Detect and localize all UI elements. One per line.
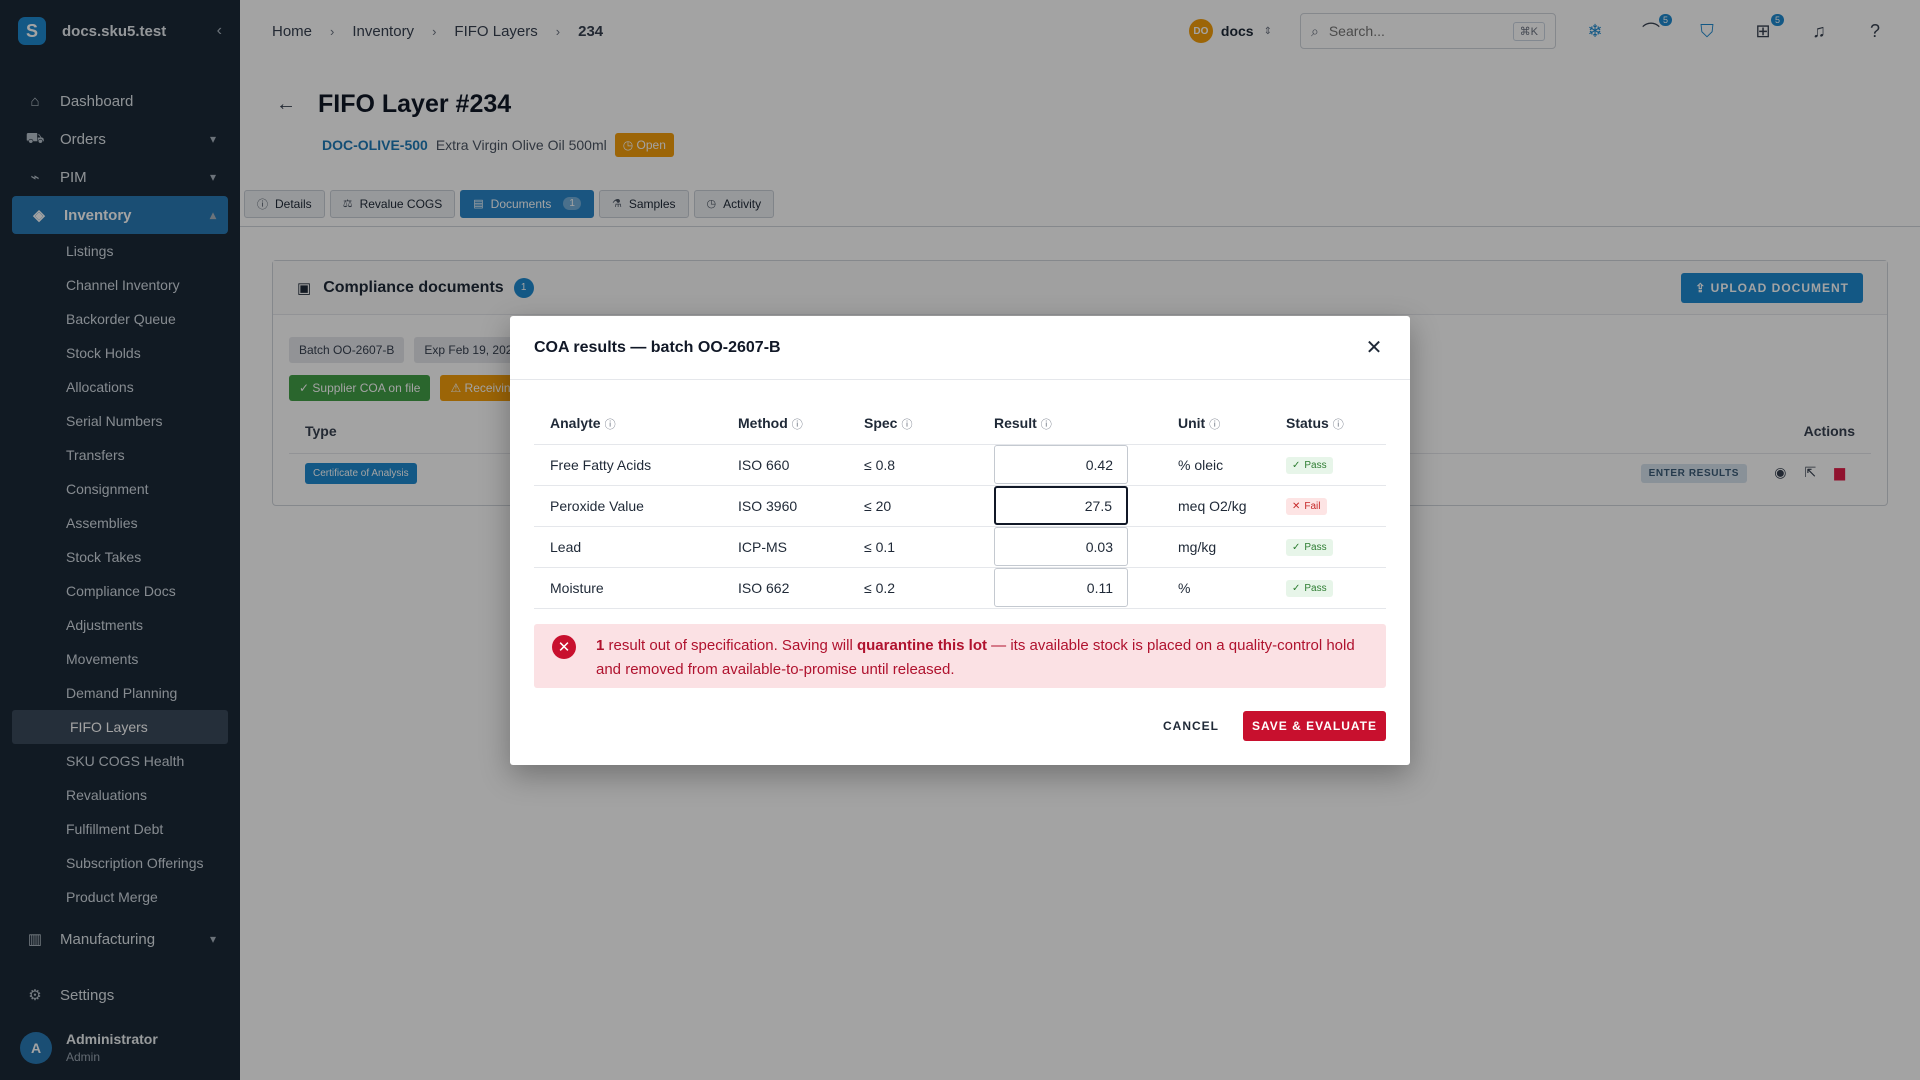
- analyte-cell: Peroxide Value: [534, 485, 722, 527]
- method-cell: ICP-MS: [722, 526, 848, 568]
- col-method: Method ⓘ: [722, 404, 848, 445]
- col-spec: Spec ⓘ: [848, 404, 994, 445]
- status-badge: ✕ Fail: [1286, 498, 1327, 515]
- help-icon[interactable]: ⓘ: [901, 419, 912, 431]
- status-badge: ✓ Pass: [1286, 539, 1333, 556]
- unit-cell: %: [1162, 567, 1270, 609]
- status-cell: ✓ Pass: [1270, 444, 1386, 486]
- col-unit: Unit ⓘ: [1162, 404, 1270, 445]
- x-icon: ✕: [1292, 501, 1301, 512]
- result-cell: [994, 567, 1162, 609]
- status-label: Pass: [1304, 583, 1327, 594]
- method-cell: ISO 3960: [722, 485, 848, 527]
- analyte-cell: Lead: [534, 526, 722, 568]
- modal-title: COA results — batch OO-2607-B: [534, 338, 781, 356]
- check-icon: ✓: [1292, 583, 1301, 594]
- status-label: Fail: [1304, 501, 1321, 512]
- cancel-button[interactable]: CANCEL: [1155, 711, 1227, 741]
- analyte-cell: Moisture: [534, 567, 722, 609]
- result-cell: [994, 526, 1162, 568]
- table-row: MoistureISO 662≤ 0.2% ✓Pass: [534, 567, 1386, 609]
- help-icon[interactable]: ⓘ: [1333, 419, 1344, 431]
- alert-part1: result out of specification. Saving will: [604, 637, 857, 654]
- status-cell: ✓ Pass: [1270, 567, 1386, 609]
- status-label: Pass: [1304, 460, 1327, 471]
- col-label: Status: [1286, 415, 1329, 432]
- help-icon[interactable]: ⓘ: [1209, 419, 1220, 431]
- result-input[interactable]: [994, 486, 1128, 525]
- col-analyte: Analyte ⓘ: [534, 404, 722, 445]
- table-row: Free Fatty AcidsISO 660≤ 0.8 % oleic ✓Pass: [534, 444, 1386, 486]
- unit-cell: % oleic: [1162, 444, 1270, 486]
- spec-cell: ≤ 0.1: [848, 526, 994, 568]
- status-label: Pass: [1304, 542, 1327, 553]
- modal-footer: CANCEL SAVE & EVALUATE: [1155, 711, 1386, 741]
- table-header-row: Analyte ⓘ Method ⓘ Spec ⓘ Result ⓘ Unit ⓘ Sta…: [534, 404, 1386, 445]
- method-cell: ISO 662: [722, 567, 848, 609]
- help-icon[interactable]: ⓘ: [605, 419, 616, 431]
- spec-cell: ≤ 20: [848, 485, 994, 527]
- analyte-cell: Free Fatty Acids: [534, 444, 722, 486]
- help-icon[interactable]: ⓘ: [1041, 419, 1052, 431]
- method-cell: ISO 660: [722, 444, 848, 486]
- spec-cell: ≤ 0.2: [848, 567, 994, 609]
- out-of-spec-alert: ✕ 1 result out of specification. Saving …: [534, 624, 1386, 688]
- unit-cell: mg/kg: [1162, 526, 1270, 568]
- table-row: Peroxide ValueISO 3960≤ 20 meq O2/kg ✕Fail: [534, 485, 1386, 527]
- alert-text: 1 result out of specification. Saving wi…: [596, 634, 1368, 682]
- status-badge: ✓ Pass: [1286, 580, 1333, 597]
- error-icon: ✕: [552, 635, 576, 659]
- save-evaluate-button[interactable]: SAVE & EVALUATE: [1242, 711, 1386, 741]
- col-label: Spec: [864, 415, 898, 432]
- result-cell: [994, 444, 1162, 486]
- status-cell: ✓ Pass: [1270, 526, 1386, 568]
- status-badge: ✓ Pass: [1286, 457, 1333, 474]
- modal-header: COA results — batch OO-2607-B ✕: [510, 316, 1410, 380]
- coa-results-table: Analyte ⓘ Method ⓘ Spec ⓘ Result ⓘ Unit ⓘ Sta…: [534, 404, 1386, 609]
- check-icon: ✓: [1292, 542, 1301, 553]
- status-cell: ✕ Fail: [1270, 485, 1386, 527]
- col-status: Status ⓘ: [1270, 404, 1386, 445]
- col-label: Method: [738, 415, 788, 432]
- result-input[interactable]: [994, 568, 1128, 607]
- close-icon[interactable]: ✕: [1362, 335, 1386, 360]
- coa-results-dialog: COA results — batch OO-2607-B ✕ Analyte ⓘ…: [510, 316, 1410, 765]
- spec-cell: ≤ 0.8: [848, 444, 994, 486]
- col-result: Result ⓘ: [994, 404, 1162, 445]
- col-label: Result: [994, 415, 1037, 432]
- col-label: Analyte: [550, 415, 601, 432]
- alert-strong: quarantine this lot: [856, 637, 987, 654]
- result-input[interactable]: [994, 527, 1128, 566]
- help-icon[interactable]: ⓘ: [792, 419, 803, 431]
- check-icon: ✓: [1292, 460, 1301, 471]
- result-input[interactable]: [994, 445, 1128, 484]
- unit-cell: meq O2/kg: [1162, 485, 1270, 527]
- result-cell: [994, 485, 1162, 527]
- col-label: Unit: [1178, 415, 1206, 432]
- table-row: LeadICP-MS≤ 0.1 mg/kg ✓Pass: [534, 526, 1386, 568]
